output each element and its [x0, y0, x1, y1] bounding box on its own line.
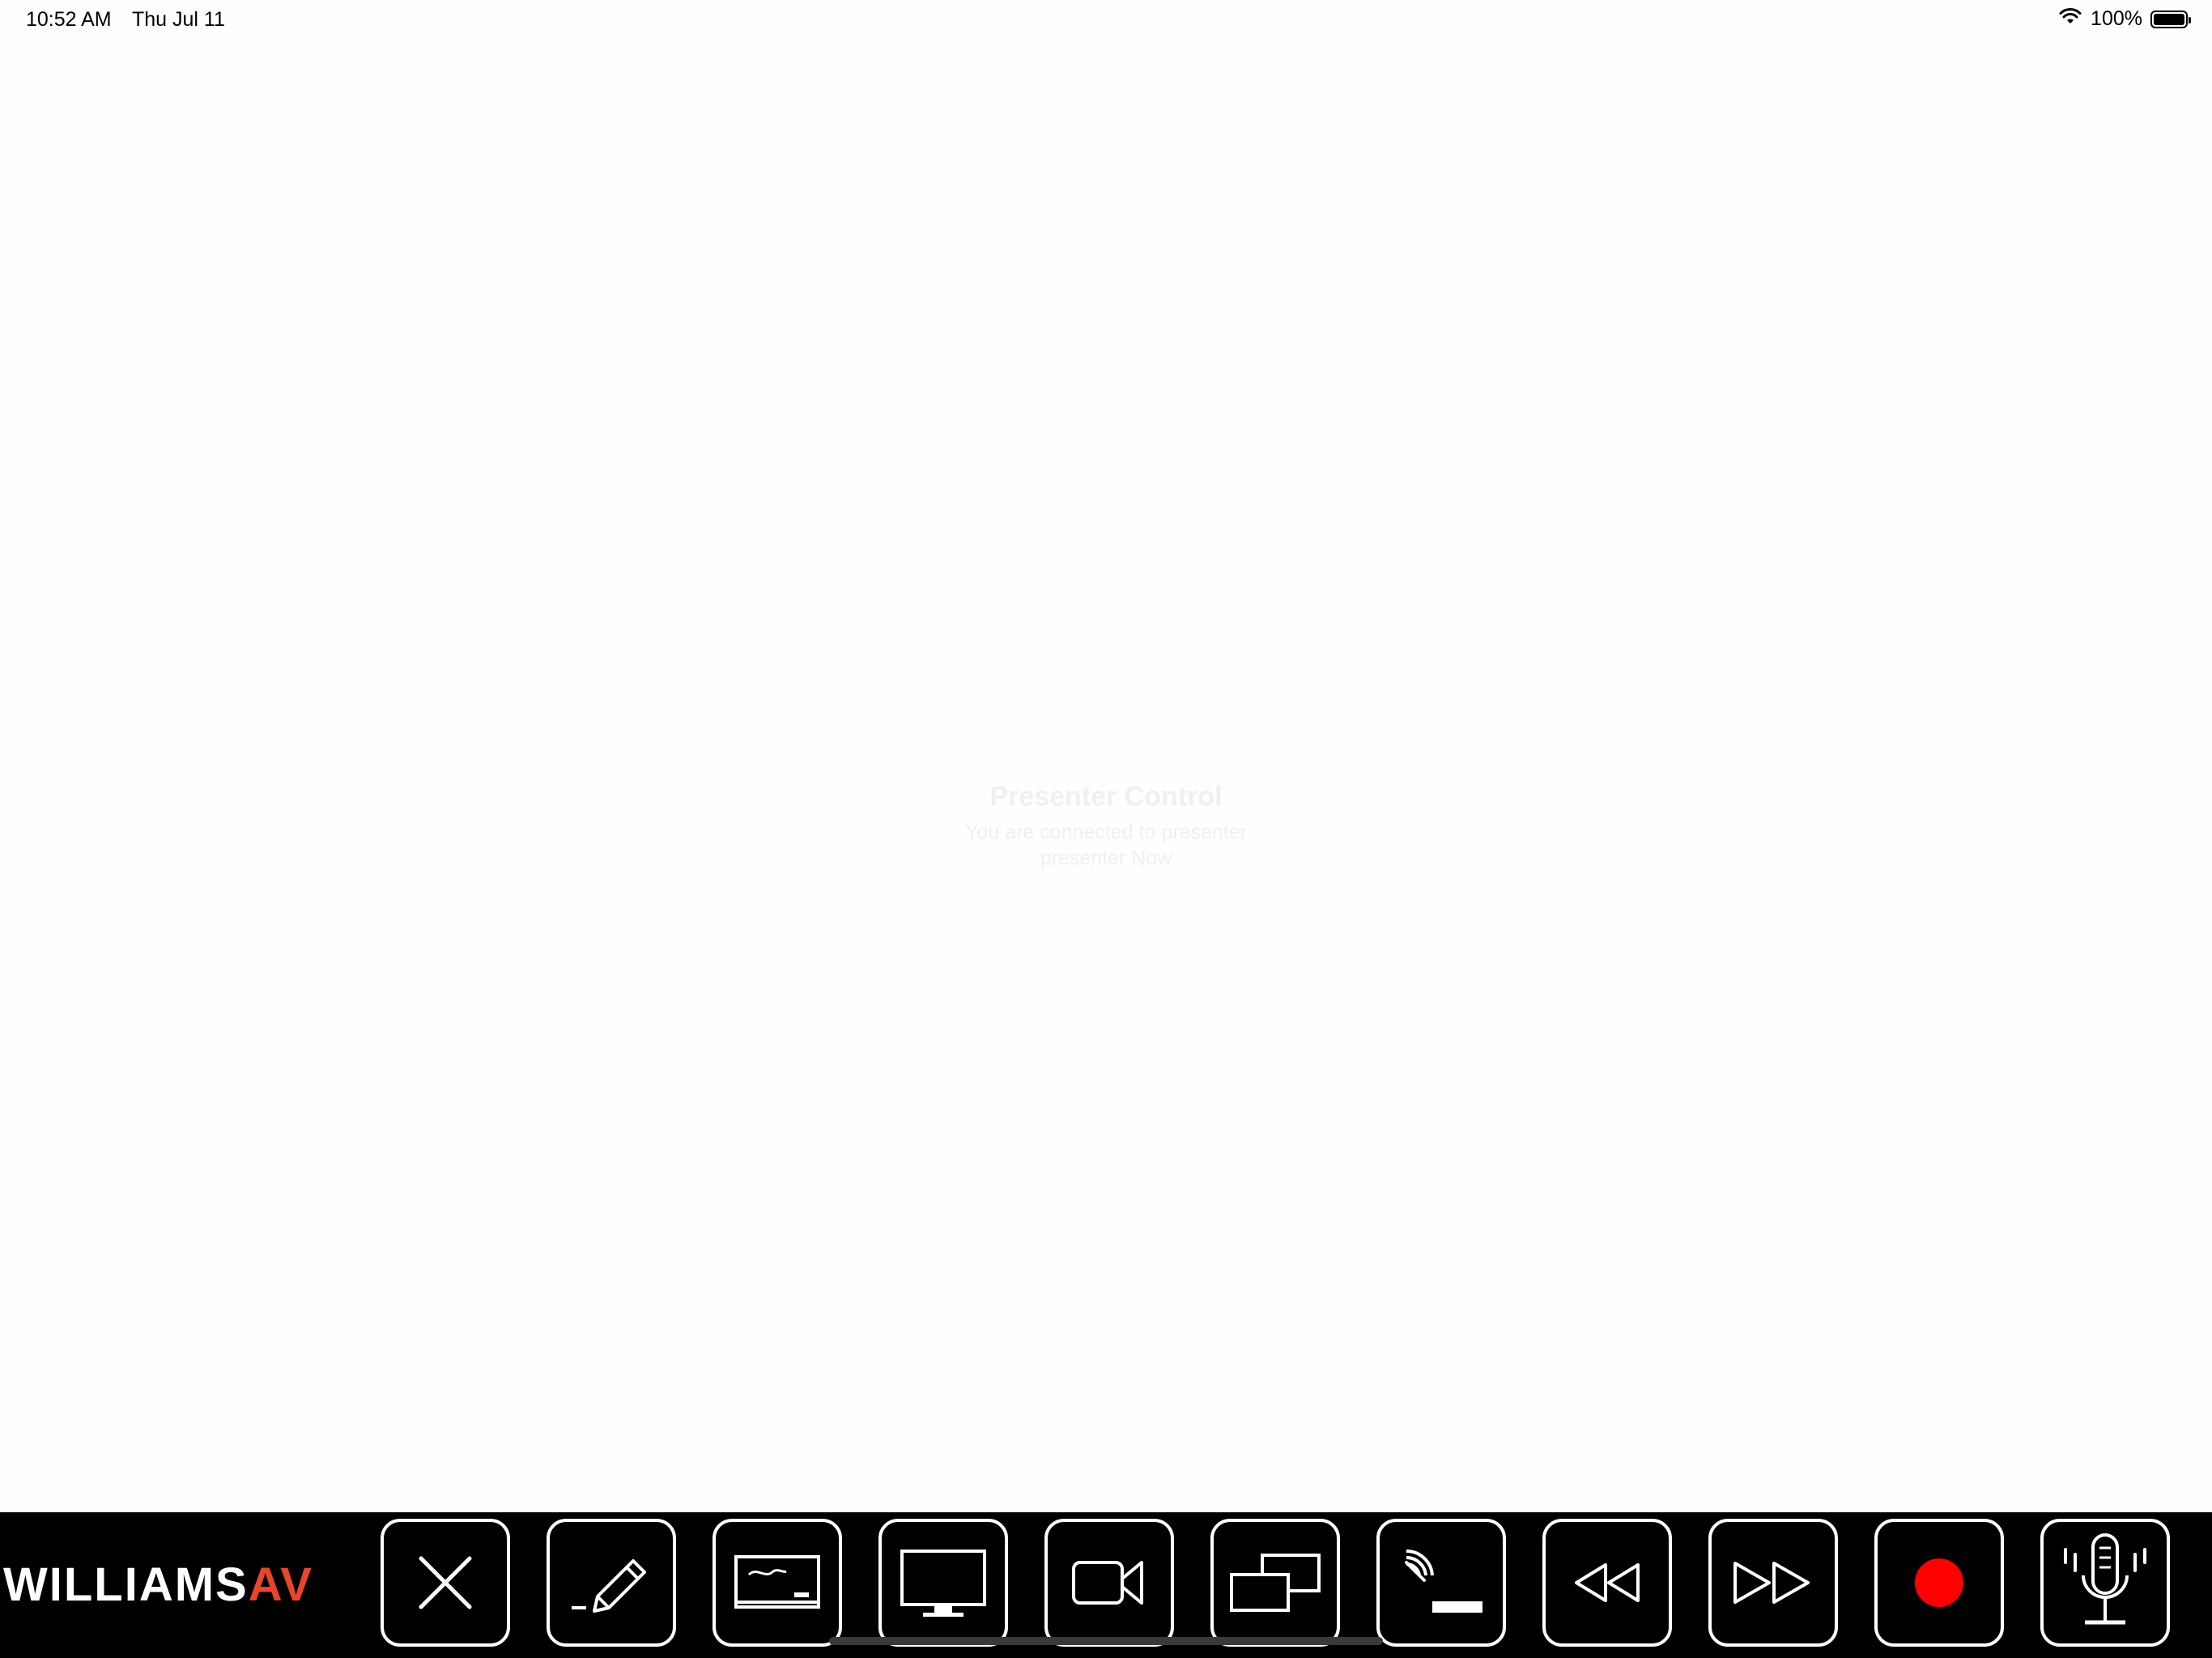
pencil-icon — [572, 1559, 646, 1613]
message-line-2: presenter Now — [1040, 847, 1172, 869]
signal-level-icon — [1405, 1549, 1482, 1613]
monitor-icon — [900, 1550, 986, 1617]
record-icon — [1915, 1558, 1963, 1607]
fast-forward-icon — [1733, 1562, 1810, 1604]
battery-icon — [2150, 10, 2191, 28]
battery-percentage: 100% — [2091, 7, 2142, 30]
close-button[interactable] — [381, 1519, 510, 1647]
status-bar: 10:52 AM Thu Jul 11 100% — [0, 0, 2212, 39]
record-button[interactable] — [1874, 1519, 2004, 1647]
rewind-icon — [1575, 1563, 1640, 1602]
wifi-icon — [2058, 7, 2082, 31]
fast-forward-button[interactable] — [1708, 1519, 1838, 1647]
display-button[interactable] — [878, 1519, 1008, 1647]
close-icon — [419, 1556, 472, 1609]
status-indicators: 100% — [2058, 7, 2191, 31]
message-line-1: You are connected to presenter — [965, 821, 1247, 844]
microphone-button[interactable] — [2040, 1519, 2170, 1647]
williams-av-logo: WILLIAMSAV — [3, 1558, 313, 1611]
camera-button[interactable] — [1044, 1519, 1174, 1647]
dual-screen-button[interactable] — [1210, 1519, 1340, 1647]
rewind-button[interactable] — [1542, 1519, 1672, 1647]
whiteboard-button[interactable] — [713, 1519, 842, 1647]
connection-message: Presenter Control You are connected to p… — [904, 781, 1308, 871]
message-title: Presenter Control — [989, 781, 1223, 812]
home-indicator[interactable] — [829, 1637, 1383, 1645]
signal-level-button[interactable] — [1376, 1519, 1506, 1647]
video-camera-icon — [1072, 1561, 1143, 1605]
status-time: 10:52 AM — [26, 8, 112, 31]
microphone-icon — [2064, 1533, 2146, 1625]
whiteboard-icon — [734, 1555, 820, 1609]
dual-screen-icon — [1230, 1554, 1321, 1612]
status-date: Thu Jul 11 — [132, 8, 225, 31]
annotate-button[interactable] — [547, 1519, 676, 1647]
